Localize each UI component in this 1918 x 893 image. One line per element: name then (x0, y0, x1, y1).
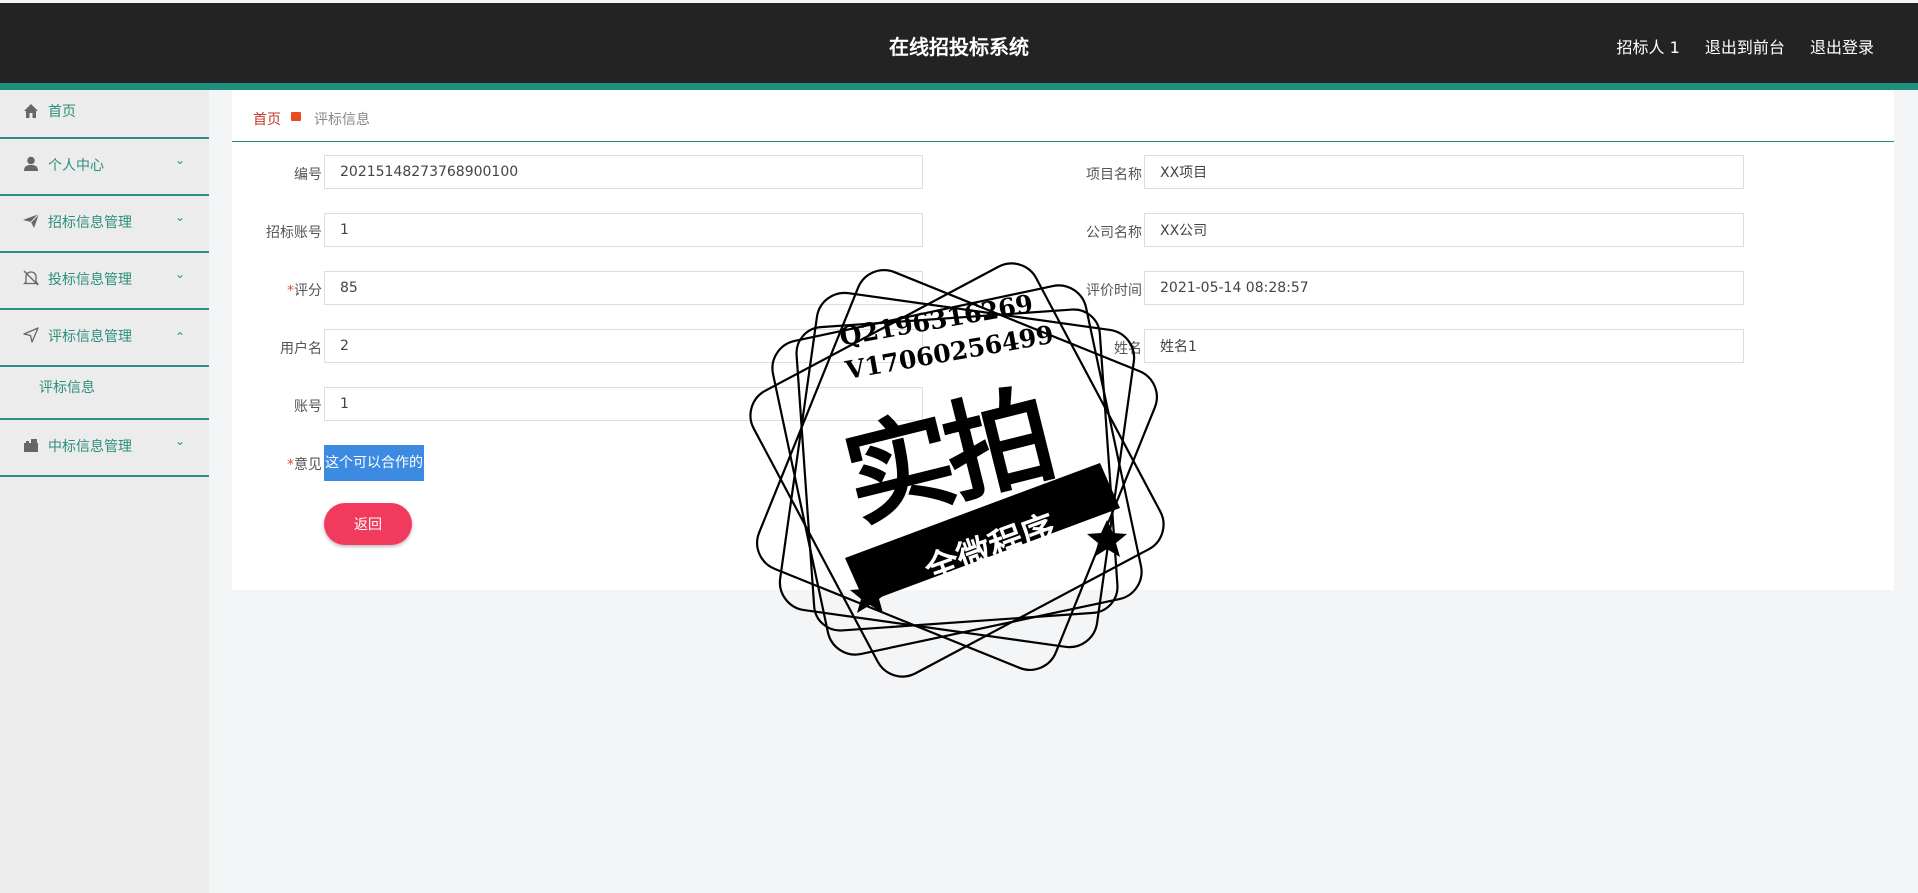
required-mark: * (287, 283, 294, 299)
project-name-label: 项目名称 (1086, 167, 1142, 183)
breadcrumb: 首页 评标信息 (232, 90, 1894, 142)
sidebar-item-evaluation-management[interactable]: 评标信息管理 ⌃ (0, 310, 209, 367)
sidebar-item-label: 个人中心 (48, 158, 104, 174)
chevron-up-icon: ⌃ (175, 330, 186, 344)
required-mark: * (287, 457, 294, 473)
sidebar-item-home[interactable]: 首页 (0, 90, 209, 139)
breadcrumb-current: 评标信息 (314, 112, 370, 128)
user-icon (24, 156, 38, 171)
sidebar-item-label: 投标信息管理 (48, 272, 132, 288)
header-accent-line (0, 83, 1918, 90)
chevron-down-icon: ⌄ (175, 210, 186, 224)
opinion-label-text: 意见 (294, 457, 322, 473)
header-actions: 招标人 1 退出到前台 退出登录 (1597, 34, 1875, 58)
sidebar-item-label: 中标信息管理 (48, 439, 132, 455)
exit-to-front-link[interactable]: 退出到前台 (1705, 38, 1785, 57)
briefcase-icon (24, 439, 38, 452)
top-header: 在线招投标系统 招标人 1 退出到前台 退出登录 (0, 3, 1918, 83)
company-name-input[interactable] (1144, 213, 1744, 247)
tender-account-input[interactable] (324, 213, 923, 247)
opinion-text[interactable]: 这个可以合作的 (324, 445, 424, 481)
sidebar-item-label: 评标信息管理 (48, 329, 132, 345)
back-button[interactable]: 返回 (324, 503, 412, 545)
sidebar: 首页 个人中心 ⌄ 招标信息管理 ⌄ 投标信息管理 ⌄ 评标信息管理 ⌃ 评标信… (0, 90, 209, 893)
chevron-down-icon: ⌄ (175, 434, 186, 448)
username-label: 用户名 (280, 341, 322, 357)
current-user[interactable]: 招标人 1 (1617, 38, 1680, 57)
sidebar-item-award-management[interactable]: 中标信息管理 ⌄ (0, 420, 209, 477)
bianhao-label: 编号 (294, 167, 322, 183)
company-name-label: 公司名称 (1086, 225, 1142, 241)
chevron-down-icon: ⌄ (175, 267, 186, 281)
sidebar-subitem-evaluation-info[interactable]: 评标信息 (0, 367, 209, 420)
navigation-icon (23, 327, 39, 343)
home-icon (24, 104, 38, 118)
project-name-input[interactable] (1144, 155, 1744, 189)
bell-off-icon (22, 270, 40, 286)
sidebar-item-label: 首页 (48, 104, 76, 120)
send-icon (23, 213, 40, 228)
bianhao-input[interactable] (324, 155, 923, 189)
logout-link[interactable]: 退出登录 (1810, 38, 1874, 57)
breadcrumb-separator-icon (291, 112, 301, 121)
chevron-down-icon: ⌄ (175, 153, 186, 167)
sidebar-item-bid-management[interactable]: 投标信息管理 ⌄ (0, 253, 209, 310)
watermark-stamp: Q2196316269 V17060256499 实拍 全微程序 (745, 258, 1170, 683)
sidebar-subitem-label: 评标信息 (39, 380, 95, 396)
score-label-text: 评分 (294, 283, 322, 299)
eval-time-input[interactable] (1144, 271, 1744, 305)
account-label: 账号 (294, 399, 322, 415)
sidebar-item-tender-management[interactable]: 招标信息管理 ⌄ (0, 196, 209, 253)
opinion-label: *意见 (232, 454, 322, 474)
tender-account-label: 招标账号 (266, 225, 322, 241)
sidebar-item-label: 招标信息管理 (48, 215, 132, 231)
sidebar-item-personal-center[interactable]: 个人中心 ⌄ (0, 139, 209, 196)
breadcrumb-home-link[interactable]: 首页 (253, 109, 281, 129)
name-input[interactable] (1144, 329, 1744, 363)
score-label: *评分 (232, 280, 322, 300)
